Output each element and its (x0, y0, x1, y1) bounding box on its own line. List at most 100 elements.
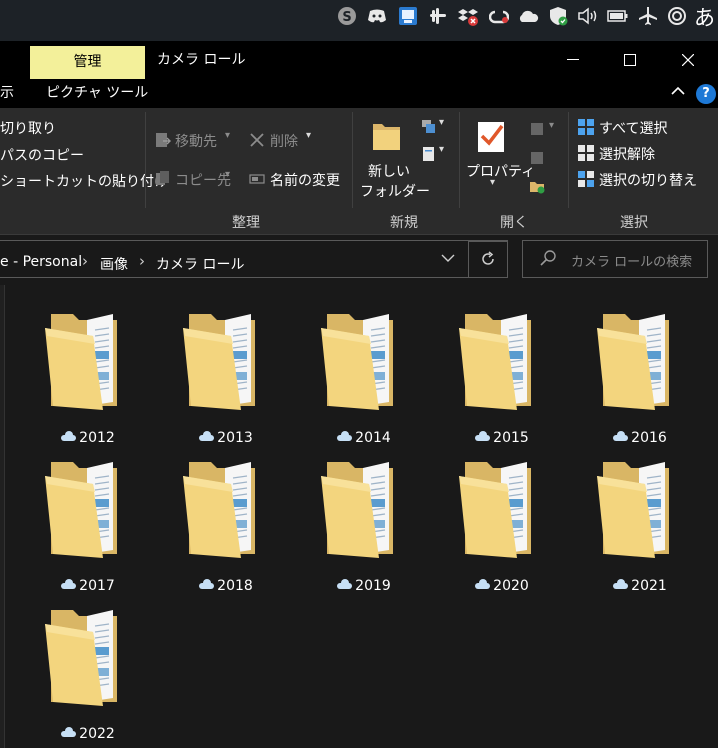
chevron-down-icon[interactable] (441, 252, 455, 267)
search-placeholder: カメラ ロールの検索 (571, 255, 693, 270)
new-item-icon[interactable] (421, 119, 437, 135)
tab-view[interactable]: 示 (0, 79, 14, 108)
cloud-icon (337, 431, 353, 441)
delete-button[interactable]: 削除 (270, 131, 298, 151)
folder-item[interactable]: 2013 (166, 306, 286, 448)
delete-icon (250, 133, 264, 147)
help-button[interactable]: ? (696, 84, 716, 104)
select-all-button[interactable]: すべて選択 (599, 118, 667, 138)
folder-item[interactable]: 2014 (304, 306, 424, 448)
tab-picture-tools[interactable]: ピクチャ ツール (46, 79, 148, 108)
new-folder-label-1[interactable]: 新しい (368, 161, 410, 181)
folder-label: 2018 (166, 578, 286, 594)
move-to-button[interactable]: 移動先 (175, 131, 217, 151)
cloud-icon (613, 431, 629, 441)
cloud-icon (61, 727, 77, 737)
folder-item[interactable]: 2022 (28, 602, 148, 744)
folder-item[interactable]: 2021 (580, 454, 700, 596)
search-icon (540, 250, 556, 266)
folder-label: 2022 (28, 726, 148, 742)
move-to-icon (156, 133, 171, 147)
airplane-icon[interactable] (637, 5, 659, 27)
chevron-down-icon: ▾ (225, 169, 231, 180)
ribbon-divider (459, 112, 460, 208)
invert-selection-button[interactable]: 選択の切り替え (599, 170, 697, 190)
rename-button[interactable]: 名前の変更 (270, 170, 340, 190)
folder-name: 2012 (79, 430, 115, 446)
cloud-icon (199, 579, 215, 589)
search-input[interactable]: カメラ ロールの検索 (522, 240, 708, 278)
skype-icon[interactable]: S (336, 5, 358, 27)
folder-item[interactable]: 2018 (166, 454, 286, 596)
svg-text:S: S (342, 10, 351, 25)
breadcrumb-camera-roll[interactable]: カメラ ロール (156, 254, 244, 274)
cloud-icon (475, 579, 491, 589)
paste-shortcut-button[interactable]: ショートカットの貼り付け (0, 171, 168, 191)
copy-to-icon (156, 171, 169, 185)
cloud-icon (475, 431, 491, 441)
chevron-down-icon: ▾ (439, 144, 445, 155)
easy-access-icon[interactable] (421, 146, 437, 162)
defender-icon[interactable] (547, 5, 569, 27)
chevron-down-icon: ▾ (439, 117, 445, 128)
folder-icon (183, 314, 255, 410)
app-icon[interactable] (397, 5, 419, 27)
cut-button[interactable]: 切り取り (0, 118, 56, 138)
address-box[interactable]: e - Personal › 画像 › カメラ ロール (0, 240, 508, 278)
breadcrumb-onedrive[interactable]: e - Personal (0, 254, 82, 270)
folder-item[interactable]: 2015 (442, 306, 562, 448)
chevron-down-icon: ▾ (490, 177, 496, 188)
folder-item[interactable]: 2019 (304, 454, 424, 596)
history-icon[interactable] (529, 178, 545, 194)
properties-icon (478, 122, 504, 152)
breadcrumb-pictures[interactable]: 画像 (100, 254, 128, 274)
dropbox-icon[interactable] (457, 5, 479, 27)
folder-name: 2013 (217, 430, 253, 446)
ribbon-divider (145, 112, 146, 208)
folder-item[interactable]: 2012 (28, 306, 148, 448)
organize-group-label: 整理 (232, 215, 260, 231)
file-view: 2012 2013 2014 2015 2016 2017 2018 2019 2020 2021… (0, 285, 718, 748)
ime-indicator[interactable]: あ (694, 2, 715, 32)
folder-item[interactable]: 2020 (442, 454, 562, 596)
cloud-icon (61, 579, 77, 589)
cloud-icon (337, 579, 353, 589)
open-icon[interactable] (529, 121, 545, 137)
chevron-right-icon[interactable]: › (82, 252, 88, 270)
onedrive-icon[interactable] (517, 5, 539, 27)
folder-label: 2014 (304, 430, 424, 446)
folder-icon (45, 314, 117, 410)
refresh-icon (482, 251, 494, 265)
creative-cloud-icon[interactable] (488, 5, 510, 27)
folder-label: 2012 (28, 430, 148, 446)
new-folder-label-2[interactable]: フォルダー (360, 181, 430, 201)
slack-icon[interactable] (427, 5, 449, 27)
edit-icon[interactable] (529, 150, 545, 166)
chevron-right-icon[interactable]: › (139, 252, 145, 270)
select-none-button[interactable]: 選択解除 (599, 144, 655, 164)
copy-path-button[interactable]: パスのコピー (0, 145, 84, 165)
tab-manage[interactable]: 管理 (30, 46, 145, 79)
chevron-up-icon[interactable] (671, 85, 685, 100)
maximize-icon (624, 54, 636, 66)
maximize-button[interactable] (607, 45, 653, 75)
folder-item[interactable]: 2016 (580, 306, 700, 448)
refresh-button[interactable] (468, 241, 508, 278)
properties-button[interactable]: プロパティ (466, 161, 535, 181)
window-title: カメラ ロール (157, 52, 246, 68)
select-group-label: 選択 (620, 215, 648, 231)
folder-label: 2017 (28, 578, 148, 594)
folder-name: 2019 (355, 578, 391, 594)
battery-icon[interactable] (607, 5, 629, 27)
close-button[interactable] (665, 45, 711, 75)
close-icon (682, 54, 694, 66)
folder-item[interactable]: 2017 (28, 454, 148, 596)
target-icon[interactable] (666, 5, 688, 27)
open-group-label: 開く (500, 215, 528, 231)
minimize-button[interactable] (550, 45, 596, 75)
ribbon: 切り取り パスのコピー ショートカットの貼り付け 移動先 ▾ 削除 ▾ コピー先… (0, 108, 718, 235)
folder-name: 2015 (493, 430, 529, 446)
discord-icon[interactable] (366, 5, 388, 27)
copy-to-button[interactable]: コピー先 (175, 170, 231, 190)
volume-icon[interactable] (577, 5, 599, 27)
